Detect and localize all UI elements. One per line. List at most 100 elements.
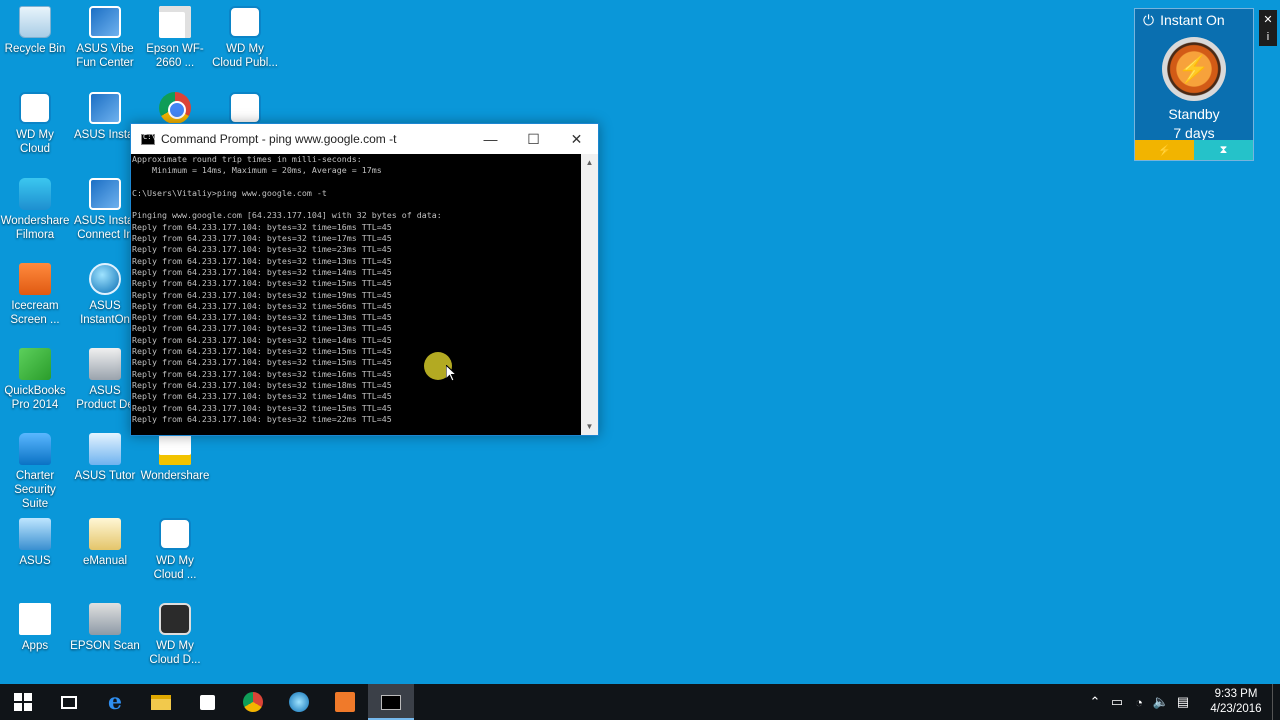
edge-button[interactable]: e [92,684,138,720]
show-desktop-button[interactable] [1272,684,1280,720]
console-line: Pinging www.google.com [64.233.177.104] … [132,210,442,221]
close-button[interactable]: ✕ [555,124,598,154]
security-lock-icon [19,433,51,465]
desktop-icon-label: WD My Cloud D... [149,640,201,666]
widget-info-button[interactable]: i [1259,28,1277,46]
console-line: Reply from 64.233.177.104: bytes=32 time… [132,368,392,379]
asus-connect-icon [89,178,121,210]
wd-cloud-icon [19,92,51,124]
desktop-icon[interactable]: ASUS Vibe Fun Center [70,6,140,70]
desktop-icon-label: Wondershare [140,470,210,482]
filmora-icon [19,178,51,210]
asus-product-icon [89,348,121,380]
console-line: Reply from 64.233.177.104: bytes=32 time… [132,402,392,413]
quickbooks-icon [19,348,51,380]
asus-tutor-icon [89,433,121,465]
clock[interactable]: 9:33 PM 4/23/2016 [1200,687,1272,717]
console-line: Reply from 64.233.177.104: bytes=32 time… [132,323,392,334]
icecream-button[interactable] [322,684,368,720]
folder-icon [151,694,171,710]
desktop-icon[interactable]: WD My Cloud [0,92,70,156]
desktop-icon[interactable]: Wondershare Filmora [0,178,70,242]
command-prompt-icon [141,133,156,145]
scroll-up-icon[interactable]: ▲ [581,154,598,171]
minimize-button[interactable]: — [469,124,512,154]
desktop-icon-label: WD My Cloud [16,129,54,155]
task-view-icon [61,695,77,709]
system-tray: ⌃ ▭ ◔ 🔈 ▤ 9:33 PM 4/23/2016 [1084,684,1280,720]
desktop-icon-label: eManual [82,555,128,567]
command-prompt-taskbar-button[interactable] [368,684,414,720]
console-line: Reply from 64.233.177.104: bytes=32 time… [132,334,392,345]
desktop-icon[interactable]: Icecream Screen ... [0,263,70,327]
console-output[interactable]: Approximate round trip times in milli-se… [131,154,582,435]
desktop-icon[interactable]: Epson WF-2660 ... [140,6,210,70]
desktop-icon[interactable]: eManual [70,518,140,568]
desktop-icon[interactable]: Charter Security Suite [0,433,70,511]
action-center-icon[interactable]: ▤ [1172,694,1194,710]
taskbar: e ⌃ ▭ ◔ 🔈 ▤ 9:33 PM 4/23/2016 [0,684,1280,720]
instanton-button[interactable] [276,684,322,720]
desktop-icon-label: Recycle Bin [4,43,66,55]
desktop-icon[interactable]: Recycle Bin [0,6,70,56]
console-line: Reply from 64.233.177.104: bytes=32 time… [132,289,392,300]
recycle-bin-icon [19,6,51,38]
desktop-icon[interactable]: WD My Cloud Publ... [210,6,280,70]
console-line: Reply from 64.233.177.104: bytes=32 time… [132,221,392,232]
volume-icon[interactable]: 🔈 [1150,694,1172,710]
console-line: Reply from 64.233.177.104: bytes=32 time… [132,391,392,402]
edge-icon: e [108,689,122,715]
emanual-icon [89,518,121,550]
desktop-icon[interactable]: WD My Cloud D... [140,603,210,667]
start-button[interactable] [0,684,46,720]
desktop-icon[interactable]: QuickBooks Pro 2014 [0,348,70,412]
desktop-icon-label: ASUS [19,555,51,567]
desktop-icon-label: QuickBooks Pro 2014 [4,385,66,411]
console-line: Reply from 64.233.177.104: bytes=32 time… [132,346,392,357]
desktop-icon[interactable]: Apps [0,603,70,653]
desktop-icon-label: Apps [21,640,49,652]
power-icon: ⏻ [1143,11,1155,28]
desktop-icon[interactable]: EPSON Scan [70,603,140,653]
console-line: Minimum = 14ms, Maximum = 20ms, Average … [132,165,382,176]
console-line: Reply from 64.233.177.104: bytes=32 time… [132,357,392,368]
icecream-icon [335,692,355,712]
task-view-button[interactable] [46,684,92,720]
console-line: Reply from 64.233.177.104: bytes=32 time… [132,244,392,255]
instant-on-widget[interactable]: ⏻ Instant On ⚡ Standby 7 days ⚡ ⧗ [1134,8,1254,161]
scroll-down-icon[interactable]: ▼ [581,418,598,435]
wd-cloud-icon [229,6,261,38]
vertical-scrollbar[interactable]: ▲ ▼ [581,154,598,435]
file-explorer-button[interactable] [138,684,184,720]
title-bar[interactable]: Command Prompt - ping www.google.com -t … [131,124,598,154]
widget-close-button[interactable]: ✕ [1259,10,1277,28]
console-icon [381,694,401,710]
console-line: Reply from 64.233.177.104: bytes=32 time… [132,255,392,266]
battery-icon[interactable]: ▭ [1106,694,1128,710]
chrome-button[interactable] [230,684,276,720]
desktop-icon-label: ASUS Vibe Fun Center [76,43,134,69]
desktop-icon[interactable]: WD My Cloud ... [140,518,210,582]
wd-desktop-icon [159,603,191,635]
console-line: Reply from 64.233.177.104: bytes=32 time… [132,312,392,323]
clock-time: 9:33 PM [1214,688,1258,700]
desktop-icon[interactable]: ASUS [0,518,70,568]
desktop-icon[interactable]: ASUS Tutor [70,433,140,483]
cloud-icon [229,92,261,124]
battery-bar: ⚡ ⧗ [1135,140,1253,160]
lightning-dial-icon[interactable]: ⚡ [1162,37,1226,101]
desktop-icon-label: ASUS Tutor [74,470,136,482]
maximize-button[interactable]: ☐ [512,124,555,154]
chevron-up-icon[interactable]: ⌃ [1084,694,1106,710]
store-button[interactable] [184,684,230,720]
asus-vibe-icon [89,6,121,38]
wifi-icon[interactable]: ◔ [1128,695,1150,710]
command-prompt-window[interactable]: Command Prompt - ping www.google.com -t … [130,123,599,436]
desktop-icon[interactable]: Wondershare [140,433,210,483]
console-line: Reply from 64.233.177.104: bytes=32 time… [132,379,392,390]
instant-on-title: Instant On [1160,12,1225,28]
desktop-icon-label: Charter Security Suite [14,470,56,510]
console-line: Reply from 64.233.177.104: bytes=32 time… [132,266,392,277]
